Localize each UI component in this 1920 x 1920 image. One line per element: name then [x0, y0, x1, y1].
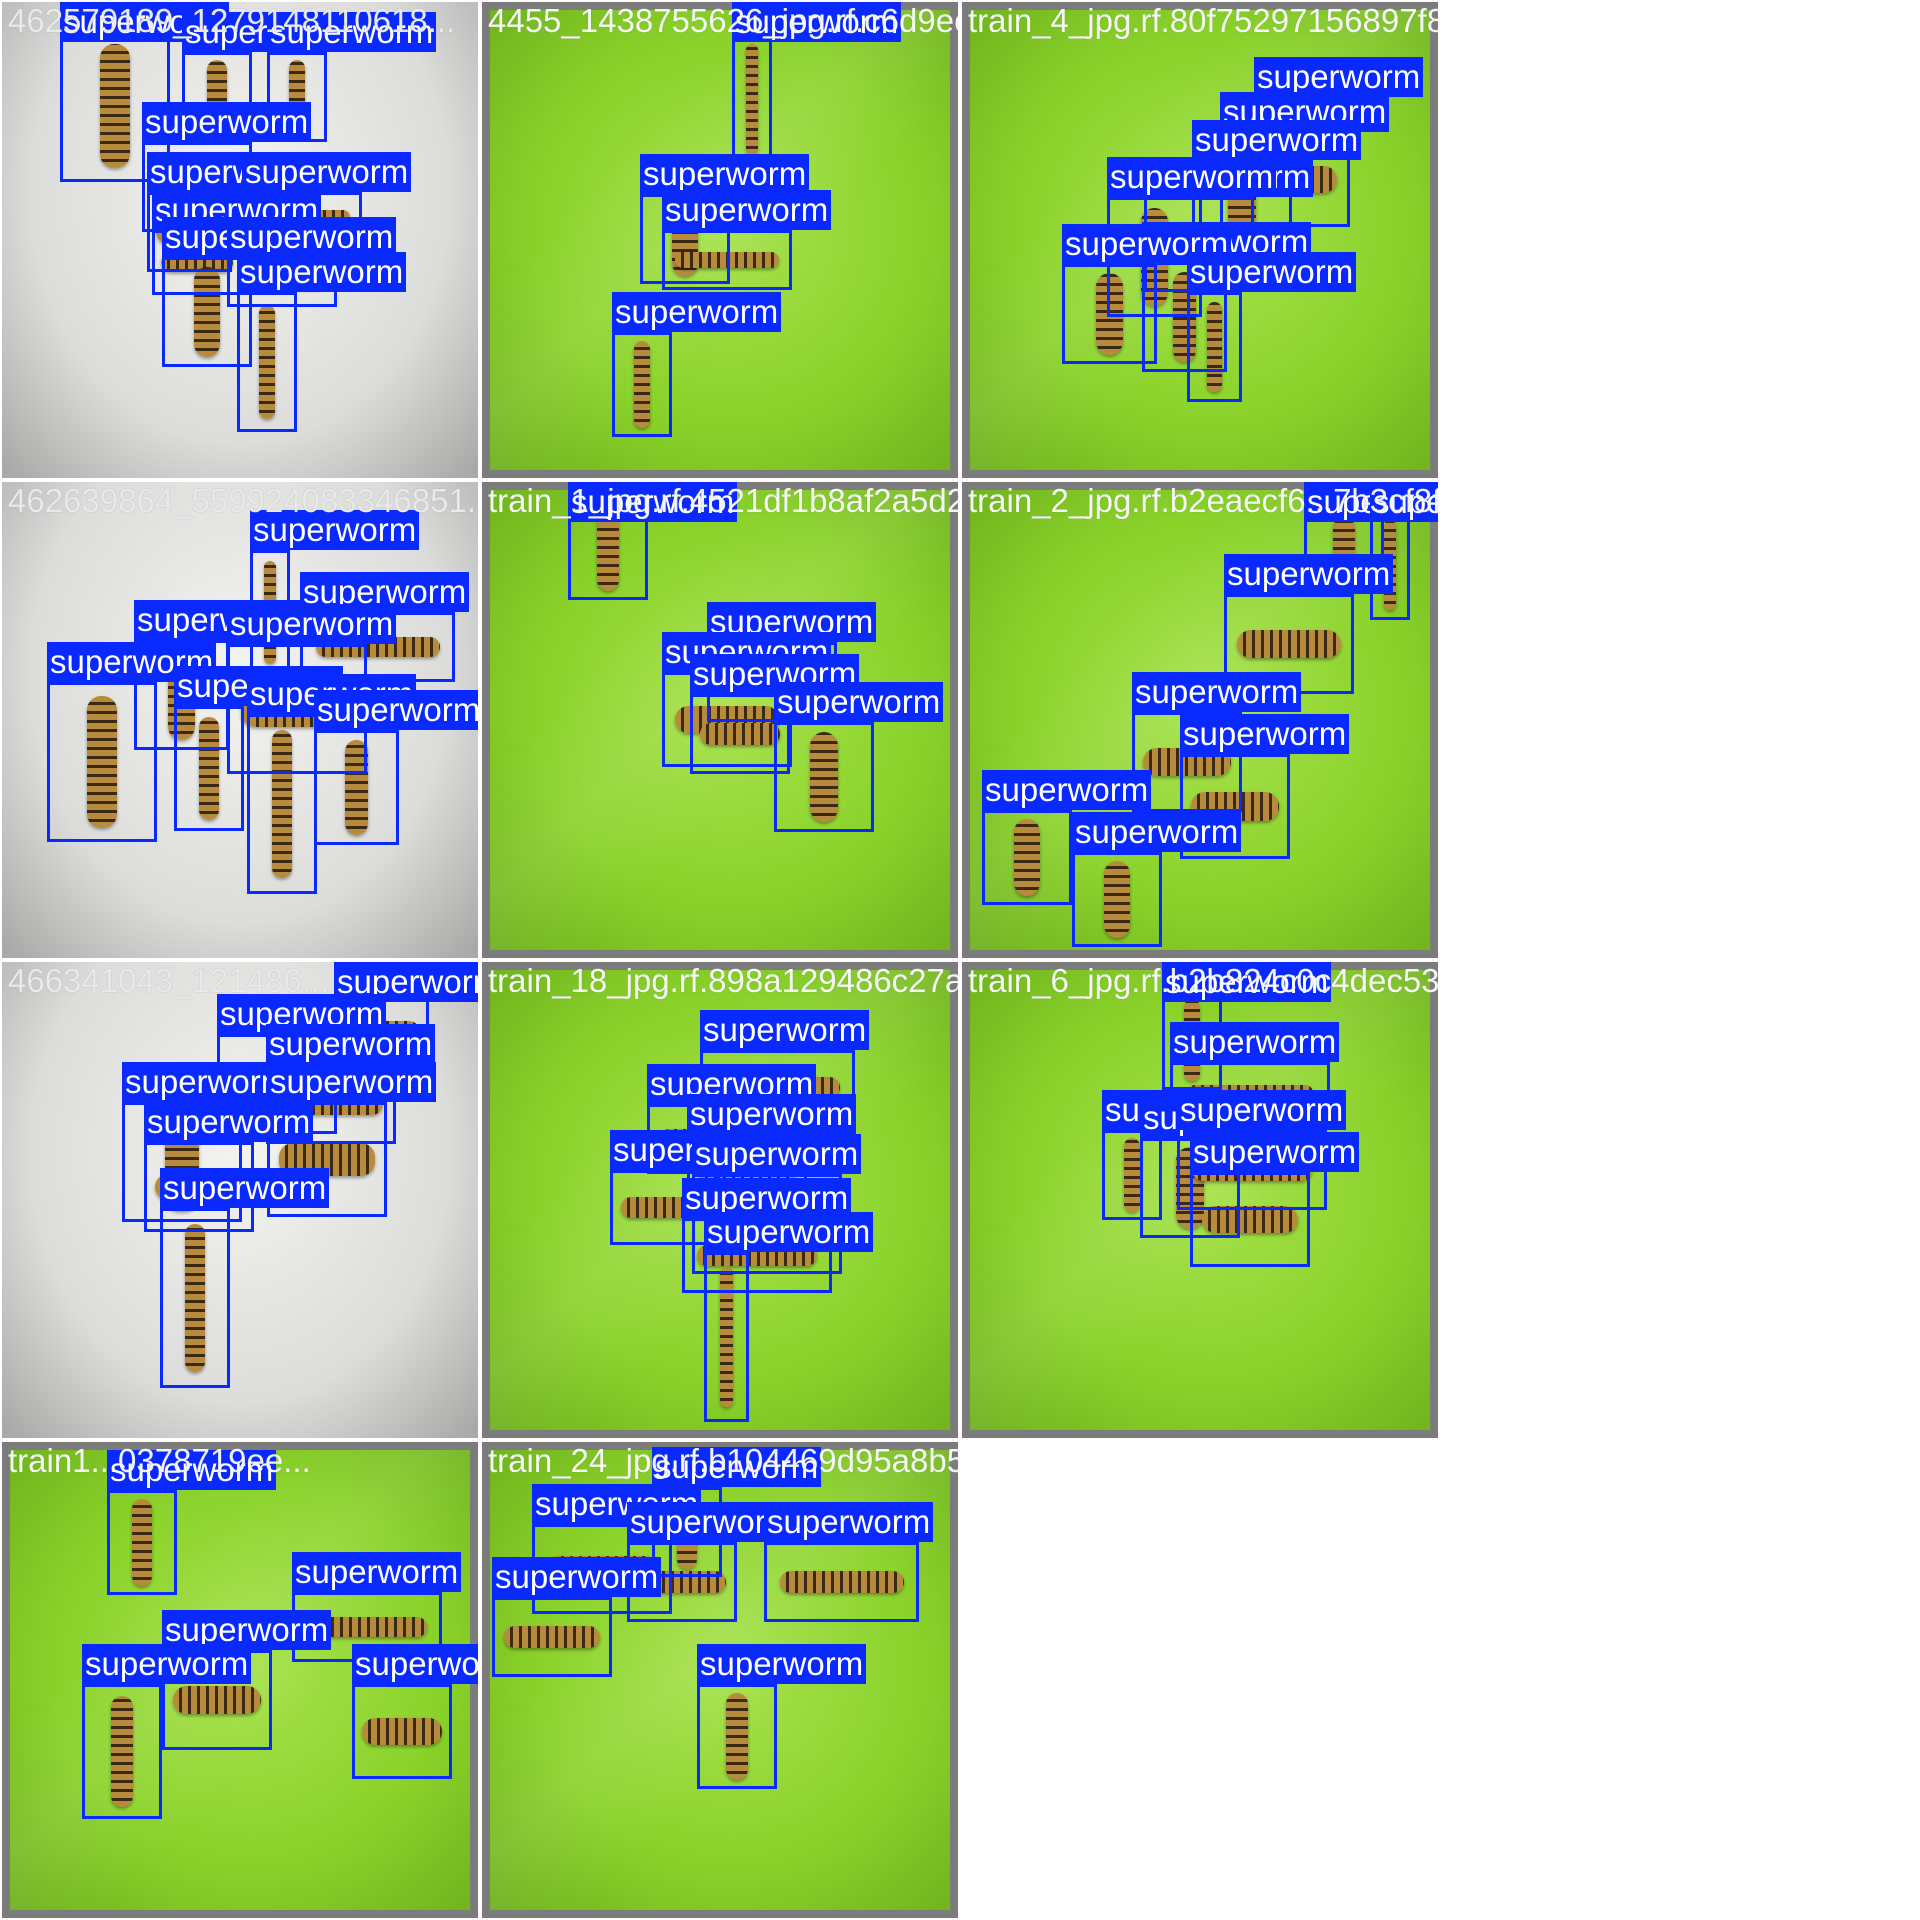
detection-box — [982, 810, 1072, 905]
detection-label: superworm — [82, 1644, 252, 1684]
detection-label: superworm — [1192, 120, 1362, 160]
detection-box — [732, 32, 772, 167]
detection-label: superworm — [142, 102, 312, 142]
detection-label: superworm — [1190, 1132, 1360, 1172]
detection-box — [174, 706, 244, 831]
mosaic-tile: train_4_jpg.rf.80f75297156897f8387c89b0d… — [960, 0, 1440, 480]
detection-box — [662, 230, 792, 290]
detection-label: superworm — [1254, 57, 1424, 97]
detection-label: superworm — [314, 690, 478, 730]
detection-label: superworm — [144, 1102, 314, 1142]
detection-box — [774, 722, 874, 832]
detection-label: superworm — [227, 604, 397, 644]
detection-label: superworm — [700, 1010, 870, 1050]
detection-box — [237, 292, 297, 432]
mosaic-tile: train_1_jpg.rf.4521df1b8af2a5d2a04fb2sup… — [480, 480, 960, 960]
tile-filename: train_2_jpg.rf.b2eaecf6...7b3cf8f — [968, 482, 1440, 519]
detection-label: superworm — [122, 1062, 292, 1102]
detection-label: superworm — [982, 770, 1152, 810]
detection-box — [612, 332, 672, 437]
mosaic-tile: train_18_jpg.rf.898a129486c27afa6superwo… — [480, 960, 960, 1440]
tile-filename: 462579189_1279148110618... — [8, 2, 456, 39]
mosaic-tile: train1...0378719ee... superworm superworm s… — [0, 1440, 480, 1920]
detection-label: superworm — [227, 217, 397, 257]
detection-box — [1072, 852, 1162, 947]
detection-box — [764, 1542, 919, 1622]
detection-label: superworm — [1224, 554, 1394, 594]
tile-filename: train_24_jpg.rf.b104469d95a8b5aa73d695 — [488, 1442, 958, 1479]
detection-label: superworm — [1170, 1022, 1340, 1062]
detection-label: superworm — [764, 1502, 934, 1542]
detection-label: superworm — [1187, 252, 1357, 292]
detection-mosaic: 462579189_1279148110618... superworm super… — [0, 0, 1920, 1920]
tile-filename: 4455_1438755626_jpg.rf.c6d9ec4 — [488, 2, 960, 39]
detection-box — [492, 1597, 612, 1677]
mosaic-tile: train_24_jpg.rf.b104469d95a8b5aa73d695su… — [480, 1440, 960, 1920]
detection-label: superworm — [692, 1134, 862, 1174]
detection-box — [160, 1208, 230, 1388]
detection-label: superworm — [292, 1552, 462, 1592]
tile-filename: train_18_jpg.rf.898a129486c27afa6 — [488, 962, 960, 999]
detection-box — [82, 1684, 162, 1819]
mosaic-tile: 462579189_1279148110618... superworm super… — [0, 0, 480, 480]
detection-label: superworm — [697, 1644, 867, 1684]
detection-label: superworm — [774, 682, 944, 722]
tile-filename: train_4_jpg.rf.80f75297156897f8387c89b0d… — [968, 2, 1440, 39]
mosaic-tile: 466341043_121486...superwormsuperwormsup… — [0, 960, 480, 1440]
detection-box — [1187, 292, 1242, 402]
detection-label: superworm — [704, 1212, 874, 1252]
detection-label: superworm — [267, 1062, 437, 1102]
detection-label: superworm — [266, 1024, 436, 1064]
detection-label: superworm — [612, 292, 782, 332]
detection-box — [314, 730, 399, 845]
detection-box — [352, 1684, 452, 1779]
detection-label: superworm — [1180, 714, 1350, 754]
detection-box — [704, 1252, 749, 1422]
mosaic-tile: train_2_jpg.rf.b2eaecf6...7b3cf8fsuperwo… — [960, 480, 1440, 960]
detection-box — [247, 714, 317, 894]
tile-filename: train1...0378719ee... — [8, 1442, 311, 1479]
detection-label: superworm — [492, 1557, 662, 1597]
detection-label: superworm — [662, 190, 832, 230]
detection-label: superworm — [640, 154, 810, 194]
mosaic-tile: 4455_1438755626_jpg.rf.c6d9ec4 superworm s… — [480, 0, 960, 480]
detection-label: superworm — [1177, 1090, 1347, 1130]
tile-filename: train_6_jpg.rf.b2b824c0c4dec5336769599 — [968, 962, 1440, 999]
detection-box — [1190, 1172, 1310, 1267]
detection-label: superworm — [1132, 672, 1302, 712]
mosaic-tile: train_6_jpg.rf.b2b824c0c4dec5336769599su… — [960, 960, 1440, 1440]
mosaic-tile: 462639864_559924083346851... superworm sup… — [0, 480, 480, 960]
detection-box — [47, 682, 157, 842]
tile-filename: 466341043_121486... — [8, 962, 330, 999]
detection-label: superworm — [237, 252, 407, 292]
detection-box — [1062, 264, 1157, 364]
detection-box — [107, 1490, 177, 1595]
tile-filename: train_1_jpg.rf.4521df1b8af2a5d2a04fb2 — [488, 482, 958, 519]
tile-filename: 462639864_559924083346851... — [8, 482, 480, 519]
detection-label: superworm — [1072, 812, 1242, 852]
detection-box — [697, 1684, 777, 1789]
detection-label: superworm — [687, 1094, 857, 1134]
detection-label: superworm — [160, 1168, 330, 1208]
detection-label: superworm — [1107, 157, 1277, 197]
detection-label: superworm — [352, 1644, 478, 1684]
detection-label: superworm — [242, 152, 412, 192]
